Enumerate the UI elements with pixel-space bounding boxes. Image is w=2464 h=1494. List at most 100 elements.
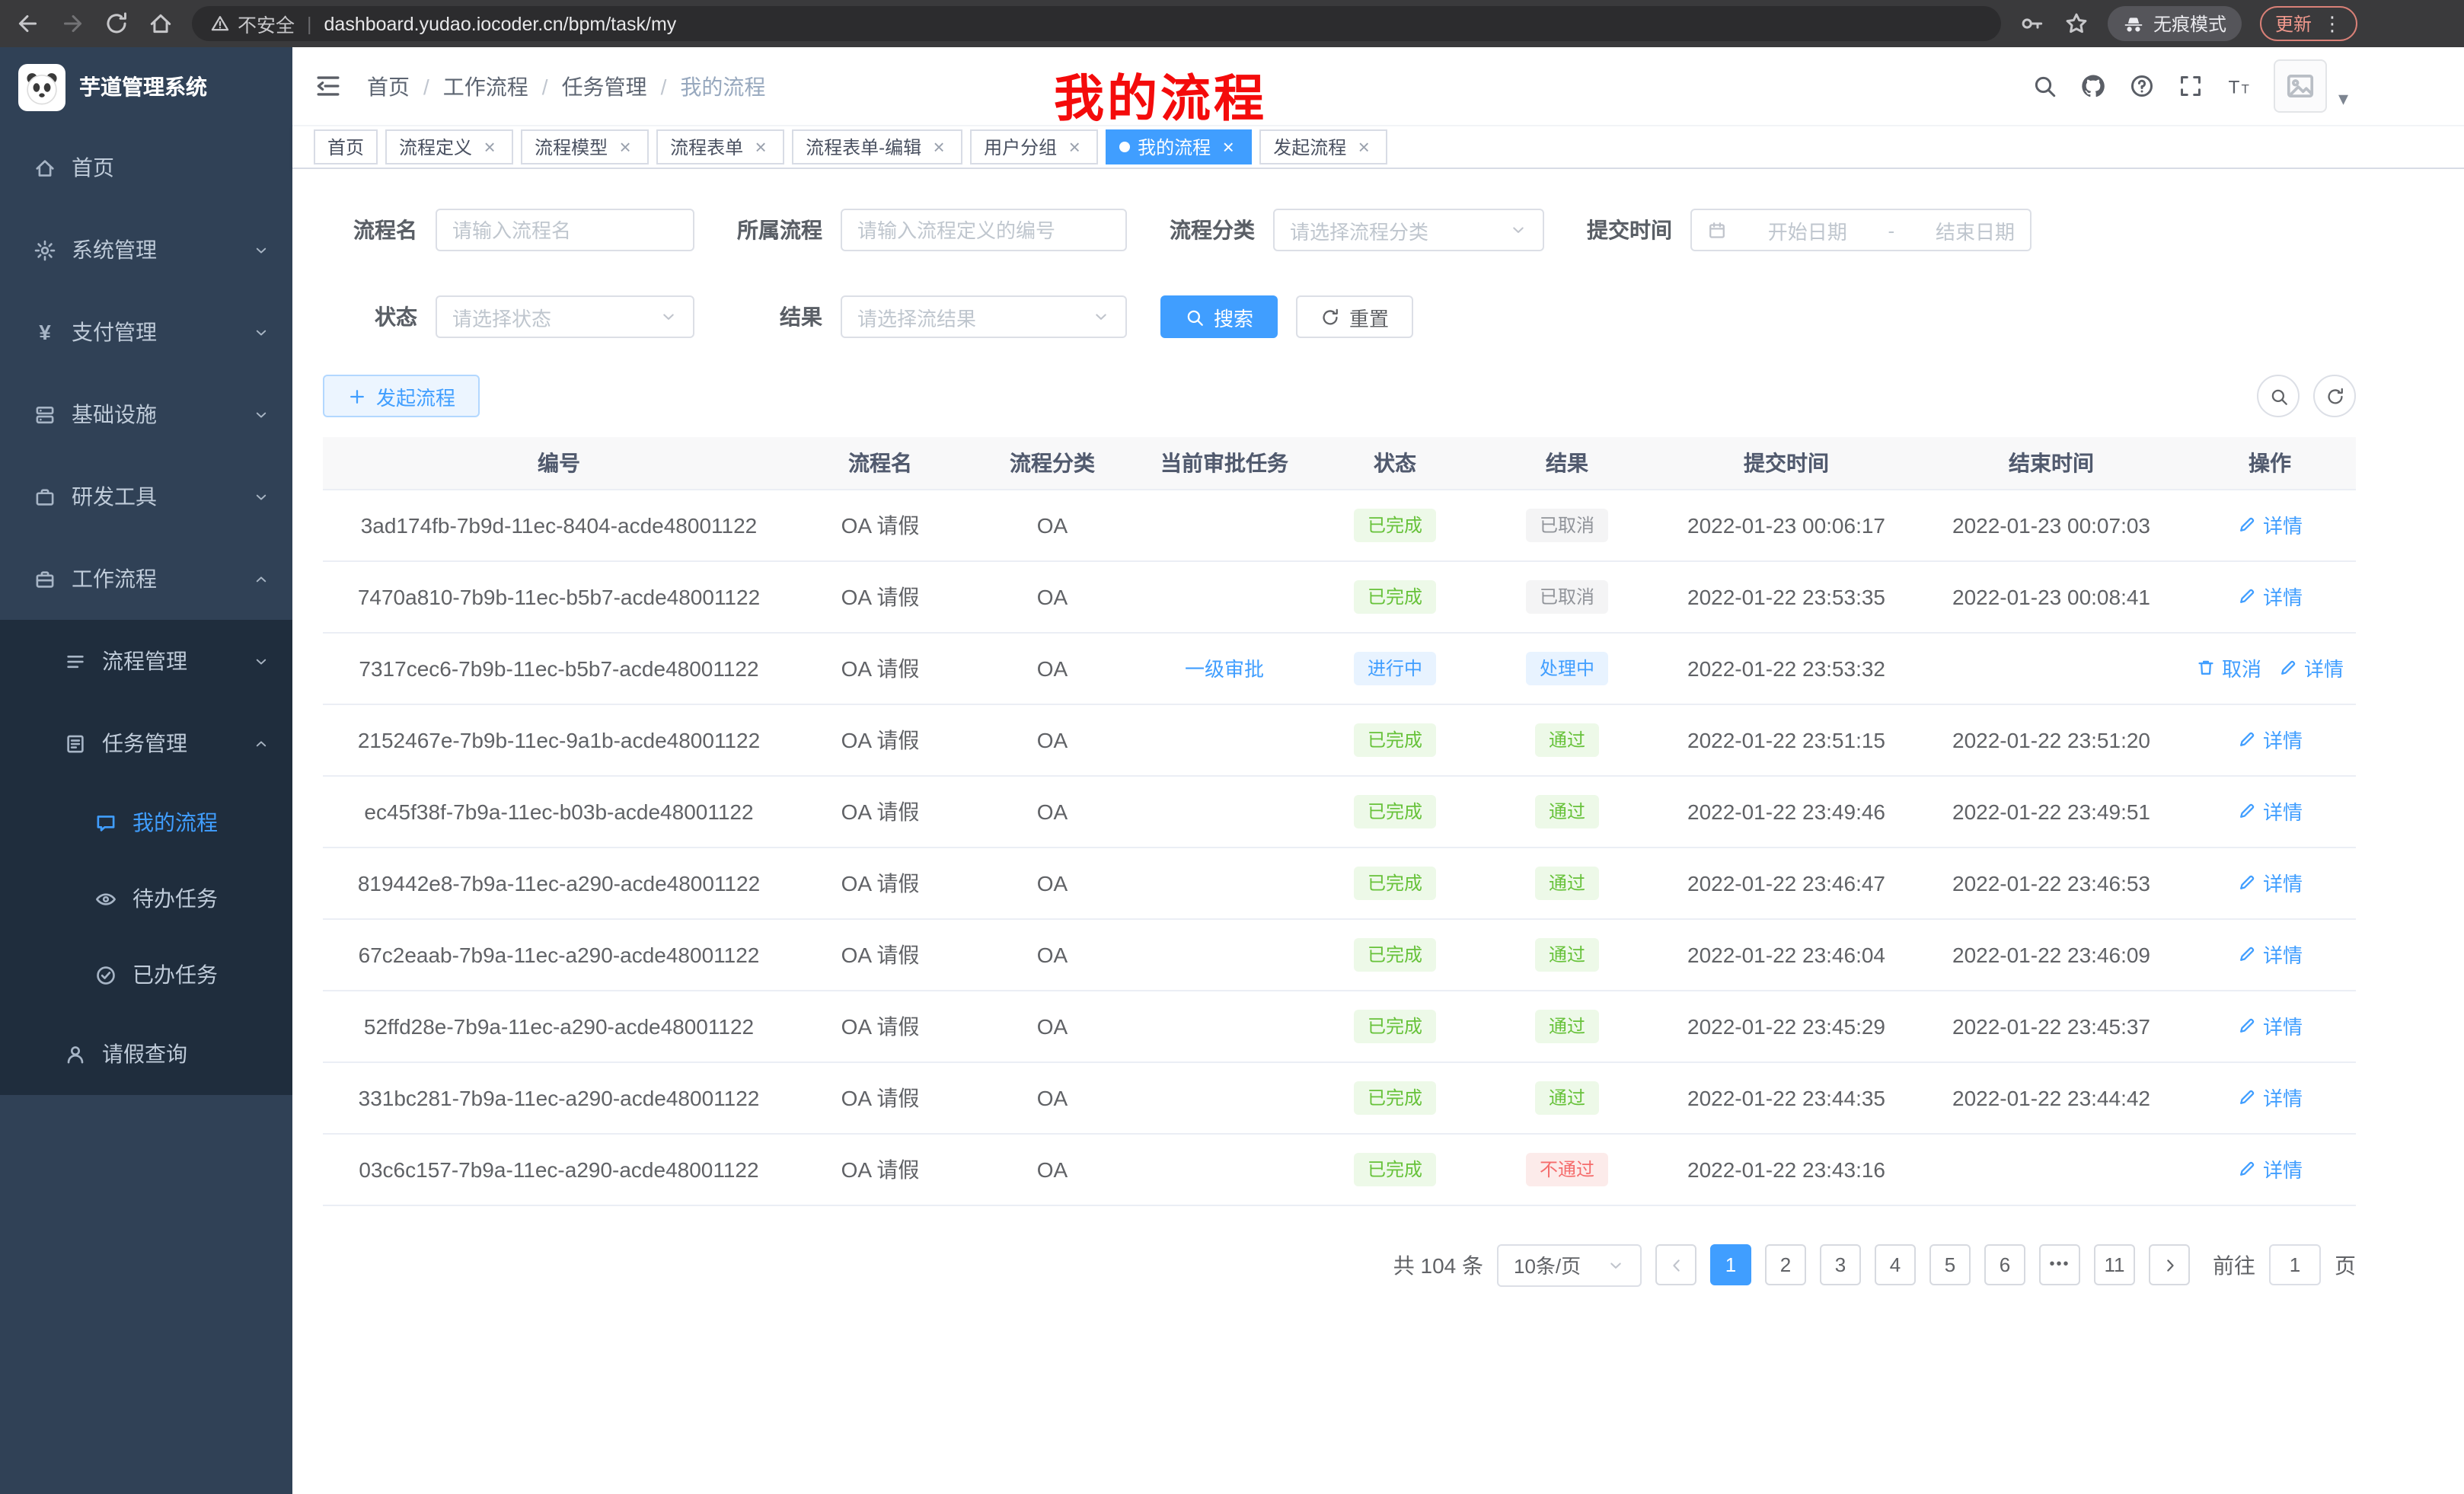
- github-icon[interactable]: [2081, 73, 2107, 99]
- sidebar-item-task-mgmt[interactable]: 任务管理: [0, 702, 292, 784]
- current-task-link[interactable]: 一级审批: [1185, 653, 1264, 682]
- tab-close-icon[interactable]: ×: [1064, 137, 1084, 157]
- svg-text:T: T: [2242, 81, 2249, 96]
- breadcrumb-item[interactable]: 首页: [367, 71, 410, 101]
- page-button-11[interactable]: 11: [2094, 1244, 2135, 1285]
- eye-icon: [94, 887, 117, 910]
- next-page-button[interactable]: [2149, 1244, 2190, 1285]
- password-key-icon[interactable]: [2019, 11, 2045, 37]
- cell-actions: 详情: [2184, 990, 2356, 1061]
- tab-my-process[interactable]: 我的流程×: [1106, 129, 1252, 164]
- question-icon[interactable]: [2130, 73, 2156, 99]
- browser-forward-button[interactable]: [59, 11, 85, 37]
- result-select[interactable]: 请选择流结果: [841, 295, 1127, 338]
- breadcrumb-item[interactable]: 任务管理: [562, 71, 647, 101]
- process-name-input[interactable]: [436, 209, 694, 251]
- menu-dots-icon[interactable]: ⋮: [2322, 14, 2342, 34]
- sidebar-item-leave-query[interactable]: 请假查询: [0, 1013, 292, 1095]
- tab-home[interactable]: 首页: [314, 129, 378, 164]
- cell-status: 已完成: [1310, 918, 1480, 990]
- reset-button[interactable]: 重置: [1296, 295, 1413, 338]
- detail-link[interactable]: 详情: [2237, 1011, 2303, 1040]
- goto-label: 前往: [2213, 1250, 2255, 1280]
- detail-link[interactable]: 详情: [2237, 1154, 2303, 1183]
- sidebar-item-home[interactable]: 首页: [0, 126, 292, 209]
- page-button-5[interactable]: 5: [1929, 1244, 1971, 1285]
- process-def-input[interactable]: [841, 209, 1127, 251]
- tab-close-icon[interactable]: ×: [929, 137, 949, 157]
- page-button-3[interactable]: 3: [1820, 1244, 1861, 1285]
- status-badge: 已完成: [1354, 579, 1436, 613]
- cell-actions: 详情: [2184, 704, 2356, 775]
- sidebar-item-workflow[interactable]: 工作流程: [0, 538, 292, 620]
- sidebar-item-my-process[interactable]: 我的流程: [0, 784, 292, 860]
- browser-reload-button[interactable]: [104, 11, 129, 37]
- sidebar-item-system[interactable]: 系统管理: [0, 209, 292, 291]
- tab-close-icon[interactable]: ×: [480, 137, 500, 157]
- plus-icon: [347, 386, 367, 406]
- tab-process-form[interactable]: 流程表单×: [656, 129, 784, 164]
- page-button-1[interactable]: 1: [1710, 1244, 1751, 1285]
- process-category-select[interactable]: 请选择流程分类: [1273, 209, 1544, 251]
- fontsize-icon[interactable]: TT: [2227, 73, 2253, 99]
- tab-process-model[interactable]: 流程模型×: [521, 129, 649, 164]
- detail-link[interactable]: 详情: [2237, 725, 2303, 754]
- toggle-search-button[interactable]: [2257, 375, 2300, 417]
- edit-icon: [2237, 586, 2257, 606]
- create-process-button[interactable]: 发起流程: [323, 375, 480, 417]
- sidebar-item-infra[interactable]: 基础设施: [0, 373, 292, 455]
- submit-time-daterange[interactable]: 开始日期-结束日期: [1690, 209, 2032, 251]
- tab-close-icon[interactable]: ×: [1218, 137, 1238, 157]
- user-avatar[interactable]: ▾: [2274, 59, 2348, 113]
- column-header: 结果: [1480, 437, 1654, 489]
- detail-link[interactable]: 详情: [2237, 940, 2303, 969]
- tab-close-icon[interactable]: ×: [751, 137, 771, 157]
- page-button-6[interactable]: 6: [1984, 1244, 2025, 1285]
- sidebar-item-payment[interactable]: ¥支付管理: [0, 291, 292, 373]
- page-button-2[interactable]: 2: [1765, 1244, 1806, 1285]
- tab-close-icon[interactable]: ×: [1354, 137, 1374, 157]
- tab-create-process[interactable]: 发起流程×: [1259, 129, 1387, 164]
- detail-link[interactable]: 详情: [2237, 510, 2303, 539]
- bookmark-star-icon[interactable]: [2063, 11, 2089, 37]
- address-bar[interactable]: 不安全 | dashboard.yudao.iocoder.cn/bpm/tas…: [192, 6, 2001, 41]
- table-row: ec45f38f-7b9a-11ec-b03b-acde48001122OA 请…: [323, 775, 2356, 847]
- sidebar-item-done-tasks[interactable]: 已办任务: [0, 937, 292, 1013]
- detail-link[interactable]: 详情: [2237, 796, 2303, 825]
- page-button-4[interactable]: 4: [1875, 1244, 1916, 1285]
- fullscreen-icon[interactable]: [2178, 73, 2204, 99]
- goto-page-input[interactable]: [2269, 1244, 2321, 1285]
- calendar-icon: [1707, 220, 1727, 240]
- detail-link[interactable]: 详情: [2237, 868, 2303, 897]
- app-logo[interactable]: 芋道管理系统: [0, 47, 292, 126]
- detail-link[interactable]: 详情: [2237, 582, 2303, 611]
- collapse-sidebar-button[interactable]: [314, 72, 343, 101]
- status-select[interactable]: 请选择状态: [436, 295, 694, 338]
- select-placeholder: 请选择流结果: [857, 302, 976, 331]
- browser-home-button[interactable]: [148, 11, 174, 37]
- detail-link[interactable]: 详情: [2237, 1083, 2303, 1112]
- browser-back-button[interactable]: [15, 11, 41, 37]
- sidebar-item-devtools[interactable]: 研发工具: [0, 455, 292, 538]
- prev-page-button[interactable]: [1655, 1244, 1696, 1285]
- more-pages-button[interactable]: •••: [2039, 1244, 2080, 1285]
- detail-link[interactable]: 详情: [2278, 653, 2344, 682]
- security-chip[interactable]: 不安全: [210, 9, 295, 38]
- sidebar-item-todo-tasks[interactable]: 待办任务: [0, 860, 292, 937]
- sidebar-item-process-mgmt[interactable]: 流程管理: [0, 620, 292, 702]
- search-icon[interactable]: [2032, 73, 2058, 99]
- tab-process-definition[interactable]: 流程定义×: [385, 129, 513, 164]
- tab-process-form-edit[interactable]: 流程表单-编辑×: [792, 129, 962, 164]
- header-actions: TT: [2032, 73, 2253, 99]
- edit-icon: [2237, 515, 2257, 535]
- page-size-select[interactable]: 10条/页: [1497, 1243, 1642, 1286]
- search-button[interactable]: 搜索: [1160, 295, 1278, 338]
- cell-name: OA 请假: [795, 775, 965, 847]
- tab-close-icon[interactable]: ×: [615, 137, 635, 157]
- refresh-table-button[interactable]: [2313, 375, 2356, 417]
- cell-status: 已完成: [1310, 704, 1480, 775]
- update-button[interactable]: 更新 ⋮: [2260, 6, 2357, 41]
- tab-user-group[interactable]: 用户分组×: [970, 129, 1098, 164]
- cancel-link[interactable]: 取消: [2196, 653, 2261, 682]
- breadcrumb-item[interactable]: 工作流程: [443, 71, 528, 101]
